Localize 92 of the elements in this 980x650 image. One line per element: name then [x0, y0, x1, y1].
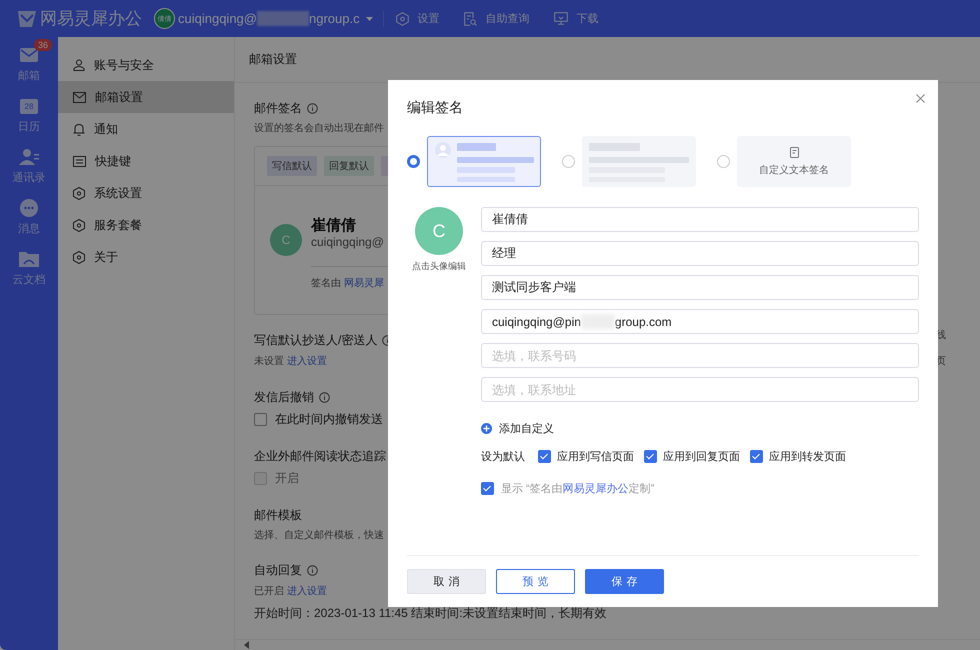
- signature-email: cuiqingqing@: [311, 235, 384, 249]
- user-icon: [73, 59, 85, 71]
- sidebar-item[interactable]: 通知: [58, 113, 234, 145]
- info-icon: [307, 102, 318, 114]
- checkbox-label: 在此时间内撤销发送: [275, 410, 383, 428]
- section-description: 选择、自定义邮件模板，快速: [254, 528, 385, 543]
- radio-button[interactable]: [407, 155, 420, 168]
- keyboard-icon: [73, 156, 86, 166]
- bell-icon: [73, 122, 85, 136]
- status-text: 已开启: [254, 584, 284, 598]
- section-title: 发信后撤销: [254, 388, 314, 406]
- section-description: 设置的签名会自动出现在邮件: [254, 122, 385, 136]
- close-icon[interactable]: [916, 94, 925, 103]
- chat-icon: [20, 199, 38, 217]
- settings-icon: [73, 186, 85, 200]
- input-field[interactable]: 选填，联系号码: [481, 343, 919, 368]
- scroll-left-icon[interactable]: [244, 641, 249, 649]
- logo-icon: [18, 10, 36, 26]
- toolbar-link[interactable]: 设置: [418, 11, 440, 26]
- folder-icon: [19, 251, 39, 267]
- app-name: 网易灵犀办公: [40, 8, 142, 30]
- radio-button[interactable]: [717, 155, 730, 168]
- sidebar-item[interactable]: 关于: [58, 241, 234, 273]
- document-icon: [790, 146, 798, 158]
- dialog-title: 编辑签名: [407, 98, 464, 117]
- checkbox[interactable]: [750, 450, 763, 462]
- section-title: 邮件模板: [254, 506, 302, 524]
- checkbox[interactable]: [481, 482, 494, 494]
- mail-icon: [73, 92, 86, 102]
- sidebar-item[interactable]: 系统设置: [58, 177, 234, 209]
- settings-icon: [396, 12, 409, 26]
- brand-link[interactable]: 网易灵犀办公: [562, 482, 629, 494]
- calendar-icon: 28: [20, 98, 38, 114]
- monitor-icon: [554, 12, 568, 25]
- settings-link[interactable]: 进入设置: [287, 354, 327, 368]
- input-field[interactable]: cuiqingqing@pin group.com: [481, 309, 919, 334]
- sidebar-item[interactable]: 邮箱设置: [58, 81, 234, 113]
- section-title: 邮件签名: [254, 100, 302, 116]
- toolbar-link[interactable]: 下载: [576, 11, 599, 26]
- status-text: 未设置: [254, 354, 284, 368]
- caret-icon[interactable]: [366, 16, 373, 20]
- checkbox[interactable]: [644, 450, 657, 462]
- input-field[interactable]: 选填，联系地址: [481, 377, 919, 402]
- tag: 写信默认: [267, 156, 317, 176]
- account-name[interactable]: cuiqingqing@ ngroup.c: [178, 11, 360, 26]
- brand-link[interactable]: 网易灵犀: [344, 278, 384, 289]
- default-label: 设为默认: [481, 450, 525, 464]
- checkbox[interactable]: [538, 450, 551, 462]
- add-custom-link[interactable]: 添加自定义: [499, 420, 554, 436]
- info-icon: [307, 564, 318, 576]
- nav-label[interactable]: 消息: [18, 221, 40, 236]
- section-title: 企业外邮件阅读状态追踪: [254, 448, 386, 464]
- sidebar-item[interactable]: 快捷键: [58, 145, 234, 177]
- checkbox-label: 开启: [275, 470, 299, 486]
- tag: 回复默认: [324, 156, 374, 176]
- info-icon: [319, 392, 330, 402]
- settings-icon: [73, 218, 85, 232]
- sidebar-item[interactable]: 账号与安全: [58, 49, 234, 81]
- settings-icon: [73, 250, 85, 264]
- signature-footer-text: 签名由: [311, 278, 341, 289]
- add-icon[interactable]: [481, 422, 492, 434]
- nav-label[interactable]: 邮箱: [18, 68, 40, 83]
- section-title: 自动回复: [254, 562, 302, 578]
- settings-link[interactable]: 进入设置: [287, 584, 327, 598]
- preview-button[interactable]: 预览: [496, 569, 575, 594]
- cancel-button[interactable]: 取消: [407, 569, 486, 594]
- checkbox[interactable]: [254, 412, 267, 426]
- input-field[interactable]: 崔倩倩: [481, 207, 919, 232]
- avatar-hint: 点击头像编辑: [412, 260, 466, 273]
- template-card[interactable]: 自定义文本签名: [737, 136, 851, 187]
- nav-label[interactable]: 云文档: [12, 272, 46, 287]
- section-title: 写信默认抄送人/密送人: [254, 332, 378, 348]
- checkbox-label: 应用到写信页面: [557, 450, 634, 464]
- nav-label[interactable]: 通讯录: [12, 170, 46, 185]
- search-document-icon: [464, 12, 477, 26]
- unread-badge: 36: [34, 39, 52, 51]
- template-card[interactable]: [427, 136, 541, 187]
- toolbar-link[interactable]: 自助查询: [486, 11, 530, 26]
- time-range-text: 开始时间：2023-01-13 11:45 结束时间:未设置结束时间，长期有效: [254, 604, 608, 622]
- branding-text: 显示 “签名由网易灵犀办公定制”: [501, 482, 654, 496]
- mail-icon: [20, 48, 38, 62]
- avatar: C: [270, 224, 302, 256]
- sidebar-item[interactable]: 服务套餐: [58, 209, 234, 241]
- radio-button[interactable]: [562, 155, 575, 168]
- contacts-icon: [19, 149, 39, 165]
- signature-name: 崔倩倩: [311, 216, 357, 235]
- checkbox-label: 应用到转发页面: [769, 450, 846, 464]
- input-field[interactable]: 测试同步客户端: [481, 275, 919, 300]
- input-field[interactable]: 经理: [481, 241, 919, 266]
- save-button[interactable]: 保存: [585, 569, 664, 594]
- nav-label[interactable]: 日历: [18, 119, 40, 134]
- checkbox-label: 应用到回复页面: [663, 450, 740, 464]
